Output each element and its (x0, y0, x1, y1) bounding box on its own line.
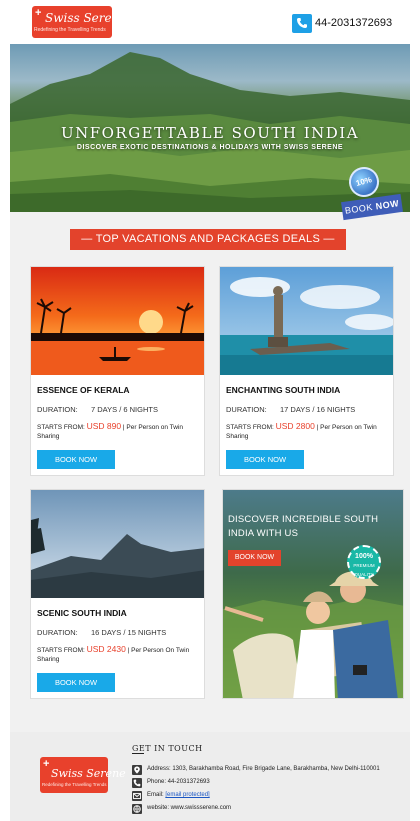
price-amount: USD 890 (86, 421, 122, 431)
duration-label: DURATION: (37, 405, 78, 414)
package-card-kerala[interactable]: ESSENCE OF KERALA DURATION: 7 DAYS / 6 N… (30, 266, 205, 476)
promo-book-now-button[interactable]: BOOK NOW (228, 550, 281, 566)
duration-value: 17 DAYS / 16 NIGHTS (280, 405, 356, 414)
quality-badge: 100% PREMIUM QUALITY (347, 545, 381, 579)
duration-label: DURATION: (226, 405, 267, 414)
phone-icon (132, 778, 142, 788)
hero-subtitle: DISCOVER EXOTIC DESTINATIONS & HOLIDAYS … (76, 144, 344, 151)
section-title: — TOP VACATIONS AND PACKAGES DEALS — (70, 229, 346, 250)
logo-tagline: Redefining the Travelling Trends (34, 27, 106, 33)
duration-label: DURATION: (37, 628, 78, 637)
footer-website[interactable]: website: www.swissserene.com (147, 805, 231, 811)
email-link[interactable]: [email protected] (165, 792, 209, 798)
header: + Swiss Serene Redefining the Travelling… (10, 0, 410, 44)
quality-bottom: QUALITY (354, 572, 374, 577)
globe-icon (132, 804, 142, 814)
cross-icon: + (35, 7, 42, 19)
footer-logo[interactable]: + Swiss Serene Redefining the Travelling… (40, 757, 126, 793)
promo-title: DISCOVER INCREDIBLE SOUTH INDIA WITH US (228, 514, 379, 539)
book-now-button[interactable]: BOOK NOW (226, 450, 304, 469)
book-now-button[interactable]: BOOK NOW (37, 450, 115, 469)
quality-top: 100% (355, 553, 373, 560)
package-card-scenic[interactable]: SCENIC SOUTH INDIA DURATION: 16 DAYS / 1… (30, 489, 205, 699)
book-text: BOOK (344, 201, 374, 216)
book-now-button[interactable]: BOOK NOW (37, 673, 115, 692)
promo-card[interactable]: DISCOVER INCREDIBLE SOUTH INDIA WITH US … (222, 489, 404, 699)
heading-underline (132, 753, 144, 754)
get-in-touch-heading: GET IN TOUCH (132, 744, 203, 753)
footer-logo-tagline: Redefining the Travelling Trends (42, 782, 107, 787)
kanyakumari-image (220, 267, 393, 375)
footer-address: Address: 1303, Barakhamba Road, Fire Bri… (147, 766, 380, 772)
package-title: ENCHANTING SOUTH INDIA (226, 385, 341, 395)
email-label: Email: (147, 792, 164, 798)
now-text: NOW (375, 198, 400, 212)
duration-row: DURATION: 17 DAYS / 16 NIGHTS (226, 405, 355, 414)
duration-value: 16 DAYS / 15 NIGHTS (91, 628, 167, 637)
quality-mid: PREMIUM (353, 563, 375, 568)
price-amount: USD 2800 (275, 421, 315, 431)
footer-address-row: Address: 1303, Barakhamba Road, Fire Bri… (132, 765, 407, 776)
starts-label: STARTS FROM: (37, 424, 85, 431)
phone-icon (292, 14, 312, 33)
cross-icon: + (43, 758, 50, 770)
footer-logo-brand: Swiss Serene (51, 767, 126, 780)
price-amount: USD 2430 (86, 644, 126, 654)
starts-label: STARTS FROM: (226, 424, 274, 431)
duration-row: DURATION: 16 DAYS / 15 NIGHTS (37, 628, 166, 637)
package-title: SCENIC SOUTH INDIA (37, 608, 127, 618)
footer-email: Email: [email protected] (147, 792, 210, 798)
price-row: STARTS FROM: USD 890 | Per Person on Twi… (37, 422, 202, 441)
footer: + Swiss Serene Redefining the Travelling… (10, 732, 410, 821)
map-pin-icon (132, 765, 142, 775)
package-card-south-india[interactable]: ENCHANTING SOUTH INDIA DURATION: 17 DAYS… (219, 266, 394, 476)
email-page: + Swiss Serene Redefining the Travelling… (10, 0, 410, 821)
scenic-image (31, 490, 204, 598)
duration-value: 7 DAYS / 6 NIGHTS (91, 405, 158, 414)
logo[interactable]: + Swiss Serene Redefining the Travelling… (32, 6, 126, 38)
logo-brand: Swiss Serene (45, 11, 127, 25)
footer-website-row: website: www.swissserene.com (132, 804, 407, 815)
hero-title: UNFORGETTABLE SOUTH INDIA (60, 124, 360, 142)
duration-row: DURATION: 7 DAYS / 6 NIGHTS (37, 405, 158, 414)
price-row: STARTS FROM: USD 2430 | Per Person On Tw… (37, 645, 202, 664)
footer-phone[interactable]: Phone: 44-2031372693 (147, 779, 210, 785)
price-row: STARTS FROM: USD 2800 | Per Person on Tw… (226, 422, 391, 441)
starts-label: STARTS FROM: (37, 647, 85, 654)
package-title: ESSENCE OF KERALA (37, 385, 130, 395)
kerala-image (31, 267, 204, 375)
envelope-icon (132, 791, 142, 801)
footer-email-row: Email: [email protected] (132, 791, 407, 802)
footer-phone-row: Phone: 44-2031372693 (132, 778, 407, 789)
header-phone[interactable]: 44-2031372693 (315, 17, 392, 29)
